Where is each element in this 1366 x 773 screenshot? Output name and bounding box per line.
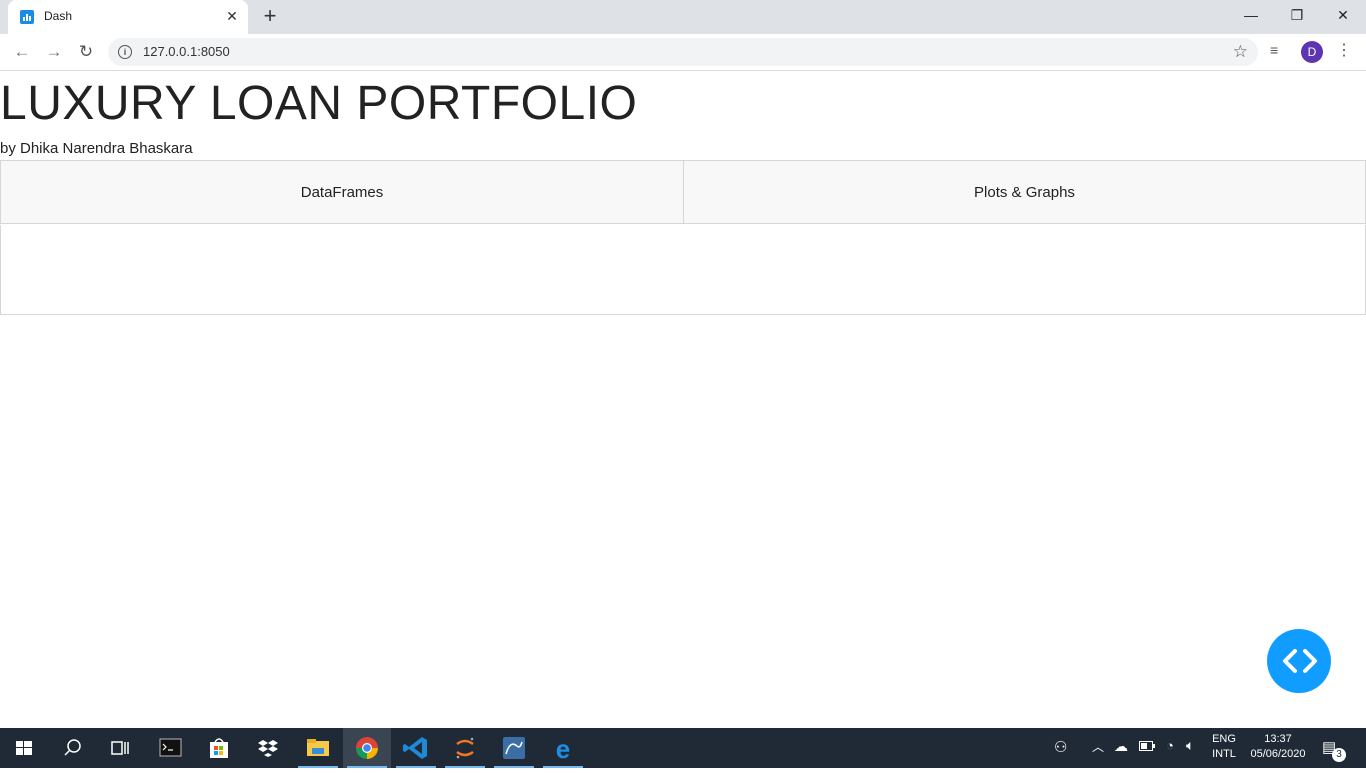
tab-plots-graphs[interactable]: Plots & Graphs: [683, 160, 1366, 224]
svg-text:e: e: [556, 734, 570, 764]
code-brackets-icon: [1283, 649, 1317, 673]
terminal-icon: [159, 738, 182, 757]
mysql-workbench-icon: [503, 737, 525, 759]
search-icon: [64, 739, 81, 756]
input-language[interactable]: ENG INTL: [1210, 733, 1238, 760]
bookmark-star-icon[interactable]: ☆: [1233, 42, 1248, 62]
tab-content-panel: [0, 225, 1366, 315]
wifi-icon[interactable]: ◔: [1166, 738, 1174, 753]
taskbar-vscode[interactable]: [392, 728, 440, 768]
folder-icon: [307, 739, 329, 756]
browser-menu-icon[interactable]: ⋮: [1336, 40, 1352, 60]
tray-chevron-up-icon[interactable]: ︿: [1092, 738, 1104, 755]
task-view-button[interactable]: [96, 728, 144, 768]
task-view-icon: [111, 741, 129, 755]
taskbar-file-explorer[interactable]: [294, 728, 342, 768]
browser-toolbar: ← → ↻ i 127.0.0.1:8050 ☆ ≡ D ⋮: [0, 34, 1366, 71]
people-icon[interactable]: ⚇: [1054, 738, 1067, 756]
dash-favicon-icon: [20, 10, 34, 24]
close-tab-icon[interactable]: ✕: [224, 8, 240, 24]
taskbar-dropbox[interactable]: [244, 728, 292, 768]
language-code: ENG: [1212, 733, 1236, 745]
store-bag-icon: [210, 738, 228, 758]
minimize-button[interactable]: —: [1228, 0, 1274, 30]
address-bar[interactable]: i 127.0.0.1:8050 ☆: [108, 38, 1258, 66]
taskbar-terminal[interactable]: [146, 728, 194, 768]
edge-icon: e: [556, 734, 570, 764]
clock-date: 05/06/2020: [1250, 748, 1306, 760]
url-text[interactable]: 127.0.0.1:8050: [143, 44, 230, 59]
search-button[interactable]: [48, 728, 96, 768]
close-window-button[interactable]: ✕: [1320, 0, 1366, 30]
profile-avatar[interactable]: D: [1301, 41, 1323, 63]
page-title: LUXURY LOAN PORTFOLIO: [0, 77, 638, 130]
taskbar-mysql-workbench[interactable]: [490, 728, 538, 768]
windows-taskbar: e ⚇ ︿ ☁ ◔ 🔈︎ ENG INTL 13:37 05/06/2020 ▤…: [0, 728, 1366, 768]
taskbar-jupyter[interactable]: [441, 728, 489, 768]
back-button[interactable]: ←: [10, 40, 34, 64]
vscode-icon: [403, 737, 427, 759]
taskbar-edge[interactable]: e: [539, 728, 587, 768]
restore-button[interactable]: ❐: [1274, 0, 1320, 30]
windows-logo-icon: [16, 741, 32, 755]
dropbox-icon: [258, 740, 278, 757]
browser-tab[interactable]: Dash ✕: [8, 0, 248, 34]
tab-dataframes[interactable]: DataFrames: [0, 160, 684, 224]
media-control-icon[interactable]: ≡: [1270, 42, 1278, 58]
site-info-icon[interactable]: i: [118, 45, 132, 59]
taskbar-chrome[interactable]: [343, 728, 391, 768]
dash-debug-button[interactable]: [1267, 629, 1331, 693]
author-byline: by Dhika Narendra Bhaskara: [0, 140, 193, 157]
onedrive-cloud-icon[interactable]: ☁: [1114, 738, 1128, 755]
taskbar-store[interactable]: [195, 728, 243, 768]
keyboard-layout: INTL: [1212, 748, 1236, 760]
jupyter-icon: [456, 737, 474, 759]
volume-icon[interactable]: 🔈︎: [1186, 737, 1194, 754]
content-tabs: DataFrames Plots & Graphs: [0, 160, 1366, 225]
forward-button[interactable]: →: [42, 40, 66, 64]
action-center-icon[interactable]: ▤ 3: [1322, 738, 1346, 762]
reload-button[interactable]: ↻: [74, 40, 98, 64]
clock-time: 13:37: [1264, 733, 1292, 745]
chrome-icon: [356, 737, 378, 759]
start-button[interactable]: [0, 728, 48, 768]
clock[interactable]: 13:37 05/06/2020: [1246, 733, 1310, 760]
browser-tab-strip: Dash ✕ + — ❐ ✕: [0, 0, 1366, 34]
new-tab-button[interactable]: +: [258, 4, 282, 28]
battery-icon[interactable]: [1139, 741, 1155, 754]
notification-count-badge: 3: [1332, 748, 1346, 762]
tab-title: Dash: [44, 9, 73, 23]
